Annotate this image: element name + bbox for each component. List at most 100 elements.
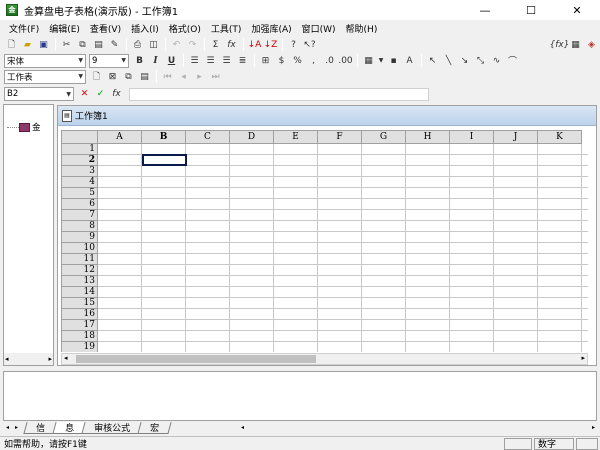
column-header[interactable]: I xyxy=(450,130,494,144)
maximize-button[interactable]: ☐ xyxy=(508,0,554,20)
sum-icon[interactable]: Σ xyxy=(208,38,223,52)
menu-insert[interactable]: 插入(I) xyxy=(126,22,164,35)
tree-item-root[interactable]: 金 xyxy=(7,121,41,133)
menu-addins[interactable]: 加强库(A) xyxy=(246,22,296,35)
print-preview-icon[interactable]: ◫ xyxy=(146,38,161,52)
font-color-icon[interactable]: A xyxy=(402,54,417,68)
currency-icon[interactable]: $ xyxy=(274,54,289,68)
tab-area-scrollbar[interactable]: ◂ ▸ xyxy=(239,422,597,433)
menu-tools[interactable]: 工具(T) xyxy=(206,22,247,35)
redo-icon[interactable]: ↷ xyxy=(185,38,200,52)
chart-icon[interactable]: ◈ xyxy=(584,38,599,52)
sort-descending-icon[interactable]: ↓Z xyxy=(263,38,278,52)
row-header[interactable]: 1 xyxy=(61,144,98,155)
new-icon[interactable]: 🗋 xyxy=(4,38,19,52)
fill-color-icon[interactable]: ▪ xyxy=(386,54,401,68)
sheet-new-icon[interactable]: 🗋 xyxy=(89,70,104,84)
undo-icon[interactable]: ↶ xyxy=(169,38,184,52)
sheet-delete-icon[interactable]: ⊠ xyxy=(105,70,120,84)
scroll-right-icon[interactable]: ▸ xyxy=(48,355,52,363)
horizontal-scrollbar[interactable]: ◂ ▸ xyxy=(61,353,588,365)
scroll-right-icon[interactable]: ▸ xyxy=(581,354,585,362)
row-header[interactable]: 10 xyxy=(61,243,98,254)
scroll-left-icon[interactable]: ◂ xyxy=(241,424,244,431)
select-pointer-icon[interactable]: ↖ xyxy=(425,54,440,68)
row-header[interactable]: 6 xyxy=(61,199,98,210)
freeform-icon[interactable]: ⌒ xyxy=(505,54,520,68)
merge-cells-icon[interactable]: ⊞ xyxy=(258,54,273,68)
prev-sheet-icon[interactable]: ◂ xyxy=(176,70,191,84)
tab-macro[interactable]: 宏 xyxy=(137,421,172,434)
row-header[interactable]: 15 xyxy=(61,298,98,309)
menu-view[interactable]: 查看(V) xyxy=(85,22,126,35)
row-header[interactable]: 7 xyxy=(61,210,98,221)
formula-toggle-icon[interactable]: {fx} xyxy=(550,38,570,52)
row-header[interactable]: 18 xyxy=(61,331,98,342)
column-header[interactable]: D xyxy=(230,130,274,144)
row-header[interactable]: 5 xyxy=(61,188,98,199)
row-header[interactable]: 2 xyxy=(61,155,98,166)
double-arrow-icon[interactable]: ⤡ xyxy=(473,54,488,68)
decrease-decimal-icon[interactable]: .00 xyxy=(338,54,353,68)
menu-file[interactable]: 文件(F) xyxy=(4,22,44,35)
row-header[interactable]: 9 xyxy=(61,232,98,243)
column-header[interactable]: C xyxy=(186,130,230,144)
menu-window[interactable]: 窗口(W) xyxy=(297,22,341,35)
whats-this-icon[interactable]: ↖? xyxy=(302,38,317,52)
row-header[interactable]: 11 xyxy=(61,254,98,265)
column-header[interactable]: H xyxy=(406,130,450,144)
bold-button[interactable]: B xyxy=(132,54,147,68)
percent-icon[interactable]: % xyxy=(290,54,305,68)
sheet-paste-icon[interactable]: ▤ xyxy=(137,70,152,84)
row-header[interactable]: 8 xyxy=(61,221,98,232)
row-header[interactable]: 19 xyxy=(61,342,98,352)
align-center-icon[interactable]: ☰ xyxy=(203,54,218,68)
tree-scrollbar[interactable]: ◂ ▸ xyxy=(4,353,53,365)
row-header[interactable]: 13 xyxy=(61,276,98,287)
scroll-thumb[interactable] xyxy=(76,355,316,363)
chevron-down-icon[interactable]: ▼ xyxy=(377,54,385,68)
font-name-select[interactable]: 宋体 ▼ xyxy=(4,53,86,68)
document-title-bar[interactable]: ▤ 工作簿1 xyxy=(58,106,596,126)
curve-icon[interactable]: ∿ xyxy=(489,54,504,68)
cancel-icon[interactable]: ✕ xyxy=(77,87,92,101)
sort-ascending-icon[interactable]: ↓A xyxy=(247,38,262,52)
borders-icon[interactable]: ▦ xyxy=(361,54,376,68)
row-header[interactable]: 4 xyxy=(61,177,98,188)
column-header[interactable]: F xyxy=(318,130,362,144)
column-header[interactable]: E xyxy=(274,130,318,144)
menu-help[interactable]: 帮助(H) xyxy=(341,22,383,35)
comma-style-icon[interactable]: , xyxy=(306,54,321,68)
spreadsheet-grid[interactable]: A B C D E F G H I J K 1 2 3 4 5 6 7 8 9 … xyxy=(61,130,588,352)
italic-button[interactable]: I xyxy=(148,54,163,68)
insert-function-icon[interactable]: fx xyxy=(109,87,124,101)
grid-toggle-icon[interactable]: ▦ xyxy=(568,38,583,52)
first-sheet-icon[interactable]: ⏮ xyxy=(160,70,175,84)
tab-next-icon[interactable]: ▸ xyxy=(12,424,21,431)
line-icon[interactable]: ╲ xyxy=(441,54,456,68)
font-size-select[interactable]: 9 ▼ xyxy=(89,53,129,68)
format-painter-icon[interactable]: ✎ xyxy=(107,38,122,52)
row-header[interactable]: 17 xyxy=(61,320,98,331)
arrow-line-icon[interactable]: ↘ xyxy=(457,54,472,68)
copy-icon[interactable]: ⧉ xyxy=(75,38,90,52)
row-header[interactable]: 12 xyxy=(61,265,98,276)
confirm-icon[interactable]: ✓ xyxy=(93,87,108,101)
select-all-corner[interactable] xyxy=(61,130,98,144)
open-icon[interactable]: ▰ xyxy=(20,38,35,52)
cell-area[interactable] xyxy=(98,144,588,352)
column-header[interactable]: J xyxy=(494,130,538,144)
menu-format[interactable]: 格式(O) xyxy=(164,22,206,35)
minimize-button[interactable]: — xyxy=(462,0,508,20)
align-right-icon[interactable]: ☰ xyxy=(219,54,234,68)
scroll-right-icon[interactable]: ▸ xyxy=(592,424,595,431)
function-icon[interactable]: fx xyxy=(224,38,239,52)
tab-audit-formula[interactable]: 审核公式 xyxy=(81,421,143,434)
formula-input[interactable] xyxy=(129,87,429,101)
active-cell-b2[interactable] xyxy=(142,154,187,166)
scroll-left-icon[interactable]: ◂ xyxy=(64,354,68,362)
help-icon[interactable]: ? xyxy=(286,38,301,52)
cut-icon[interactable]: ✂ xyxy=(59,38,74,52)
scroll-left-icon[interactable]: ◂ xyxy=(5,355,9,363)
cell-reference-box[interactable]: B2 ▼ xyxy=(4,87,74,101)
